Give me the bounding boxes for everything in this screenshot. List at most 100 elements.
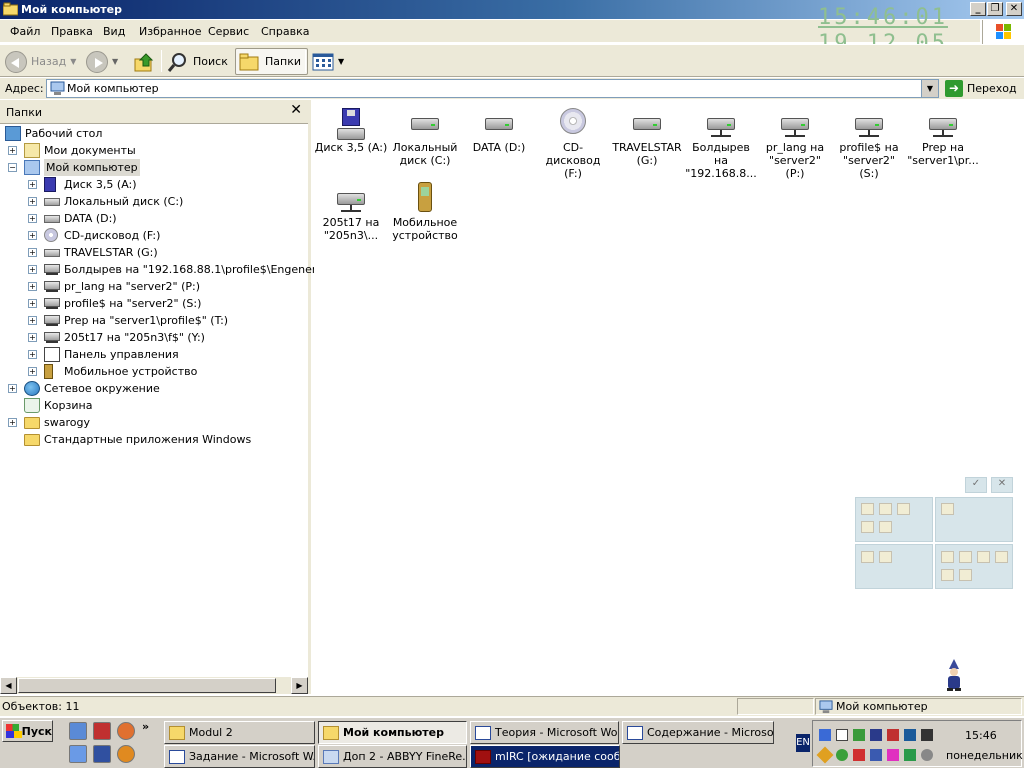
- taskbar-button[interactable]: mIRC [ожидание сооб...: [470, 745, 620, 768]
- language-indicator[interactable]: EN: [796, 734, 810, 752]
- expand-icon[interactable]: +: [28, 265, 37, 274]
- minimize-button[interactable]: _: [970, 2, 986, 16]
- menu-tools[interactable]: Сервис: [208, 25, 249, 38]
- expand-icon[interactable]: +: [28, 299, 37, 308]
- maximize-button[interactable]: ❐: [987, 2, 1003, 16]
- content-item[interactable]: DATA (D:): [462, 106, 536, 154]
- tree-item[interactable]: + pr_lang на "server2" (P:): [0, 278, 308, 295]
- expand-icon[interactable]: +: [28, 367, 37, 376]
- quicklaunch-ie-icon[interactable]: [69, 722, 87, 740]
- tray-icon[interactable]: [887, 749, 899, 761]
- address-dropdown-button[interactable]: ▼: [921, 80, 938, 97]
- tray-clock[interactable]: 15:46: [965, 729, 997, 742]
- widget-tile-icon[interactable]: [861, 521, 874, 533]
- widget-tile-icon[interactable]: [861, 551, 874, 563]
- tray-alert-icon[interactable]: [853, 749, 865, 761]
- content-item[interactable]: profile$ на "server2" (S:): [832, 106, 906, 180]
- forward-dropdown-icon[interactable]: ▼: [112, 57, 118, 66]
- tray-icon[interactable]: [904, 729, 916, 741]
- expand-icon[interactable]: +: [28, 214, 37, 223]
- taskbar-button[interactable]: Содержание - Microso...: [622, 721, 774, 744]
- taskbar-button[interactable]: Задание - Microsoft W...: [164, 745, 315, 768]
- menu-file[interactable]: Файл: [10, 25, 40, 38]
- quicklaunch-more-icon[interactable]: »: [142, 720, 149, 733]
- menu-edit[interactable]: Правка: [51, 25, 93, 38]
- widget-tile-icon[interactable]: [879, 521, 892, 533]
- tree-item[interactable]: + Prep на "server1\profile$" (T:): [0, 312, 308, 329]
- taskbar-button[interactable]: Теория - Microsoft Word: [470, 721, 619, 744]
- menu-view[interactable]: Вид: [103, 25, 125, 38]
- content-item[interactable]: Локальный диск (C:): [388, 106, 462, 167]
- search-button[interactable]: Поиск: [167, 48, 228, 75]
- expand-icon[interactable]: +: [28, 180, 37, 189]
- scroll-right-button[interactable]: ▶: [291, 677, 308, 694]
- widget-tile-icon[interactable]: [941, 569, 954, 581]
- folders-button[interactable]: Папки: [235, 48, 308, 75]
- tree-item[interactable]: + TRAVELSTAR (G:): [0, 244, 308, 261]
- menu-favorites[interactable]: Избранное: [139, 25, 201, 38]
- tree-item[interactable]: + Локальный диск (C:): [0, 193, 308, 210]
- content-item[interactable]: TRAVELSTAR (G:): [610, 106, 684, 167]
- tree-item[interactable]: + Панель управления: [0, 346, 308, 363]
- widget-tile-icon[interactable]: [959, 569, 972, 581]
- close-button[interactable]: ✕: [1006, 2, 1022, 16]
- go-button[interactable]: ➜ Переход: [945, 79, 1021, 98]
- widget-tile-icon[interactable]: [879, 551, 892, 563]
- quicklaunch-firefox-icon[interactable]: [117, 745, 135, 763]
- expand-icon[interactable]: +: [28, 248, 37, 257]
- scroll-left-button[interactable]: ◀: [0, 677, 17, 694]
- tree-item[interactable]: + DATA (D:): [0, 210, 308, 227]
- quicklaunch-browser-icon[interactable]: [117, 722, 135, 740]
- address-input[interactable]: Мой компьютер ▼: [46, 79, 939, 98]
- tree-item[interactable]: + Диск 3,5 (A:): [0, 176, 308, 193]
- expand-icon[interactable]: +: [28, 197, 37, 206]
- content-item[interactable]: Мобильное устройство: [388, 181, 462, 242]
- tree-item[interactable]: − Мой компьютер: [0, 159, 308, 176]
- back-dropdown-icon[interactable]: ▼: [70, 57, 76, 66]
- tree-item[interactable]: Корзина: [0, 397, 308, 414]
- quicklaunch-app-icon[interactable]: [93, 722, 111, 740]
- widget-tile-icon[interactable]: [977, 551, 990, 563]
- content-item[interactable]: Болдырев на "192.168.8...: [684, 106, 758, 180]
- tray-icon[interactable]: [816, 746, 834, 764]
- up-button[interactable]: [133, 48, 155, 75]
- folders-pane-close-icon[interactable]: ✕: [290, 102, 302, 118]
- tree-item[interactable]: + CD-дисковод (F:): [0, 227, 308, 244]
- content-item[interactable]: Prep на "server1\pr...: [906, 106, 980, 167]
- tree-item[interactable]: +205t17 на "205n3\f$" (Y:): [0, 329, 308, 346]
- widget-tile-icon[interactable]: [959, 551, 972, 563]
- widget-tile-icon[interactable]: [995, 551, 1008, 563]
- tree-item[interactable]: + Сетевое окружение: [0, 380, 308, 397]
- expand-icon[interactable]: +: [8, 146, 17, 155]
- tree-item[interactable]: + Мои документы: [0, 142, 308, 159]
- tray-icon[interactable]: [921, 729, 933, 741]
- expand-icon[interactable]: +: [8, 384, 17, 393]
- taskbar-button[interactable]: Мой компьютер: [318, 721, 467, 744]
- widget-check-icon[interactable]: ✓: [965, 477, 987, 493]
- tree-item[interactable]: + swarogy: [0, 414, 308, 431]
- quicklaunch-save-icon[interactable]: [93, 745, 111, 763]
- taskbar-button[interactable]: Modul 2: [164, 721, 315, 744]
- assistant-character-icon[interactable]: [944, 659, 964, 692]
- forward-button[interactable]: ▼: [86, 48, 118, 75]
- views-dropdown-icon[interactable]: ▼: [338, 57, 344, 66]
- expand-icon[interactable]: +: [28, 333, 37, 342]
- content-item[interactable]: 205t17 на "205n3\...: [314, 181, 388, 242]
- tray-icon[interactable]: [819, 729, 831, 741]
- horizontal-scrollbar[interactable]: ◀ ▶: [0, 677, 308, 694]
- tray-icon[interactable]: [870, 729, 882, 741]
- tray-icon[interactable]: [853, 729, 865, 741]
- widget-tile-icon[interactable]: [941, 503, 954, 515]
- tree-item[interactable]: Стандартные приложения Windows: [0, 431, 308, 448]
- floating-desktop-widget[interactable]: ✓ ✕: [855, 477, 1015, 589]
- menu-help[interactable]: Справка: [261, 25, 309, 38]
- quicklaunch-desktop-icon[interactable]: [69, 745, 87, 763]
- collapse-icon[interactable]: −: [8, 163, 17, 172]
- start-button[interactable]: Пуск: [2, 720, 53, 742]
- widget-tile-icon[interactable]: [941, 551, 954, 563]
- widget-tile-icon[interactable]: [861, 503, 874, 515]
- taskbar-button[interactable]: Доп 2 - ABBYY FineRe...: [318, 745, 467, 768]
- tray-icon[interactable]: [836, 749, 848, 761]
- widget-close-icon[interactable]: ✕: [991, 477, 1013, 493]
- expand-icon[interactable]: +: [8, 418, 17, 427]
